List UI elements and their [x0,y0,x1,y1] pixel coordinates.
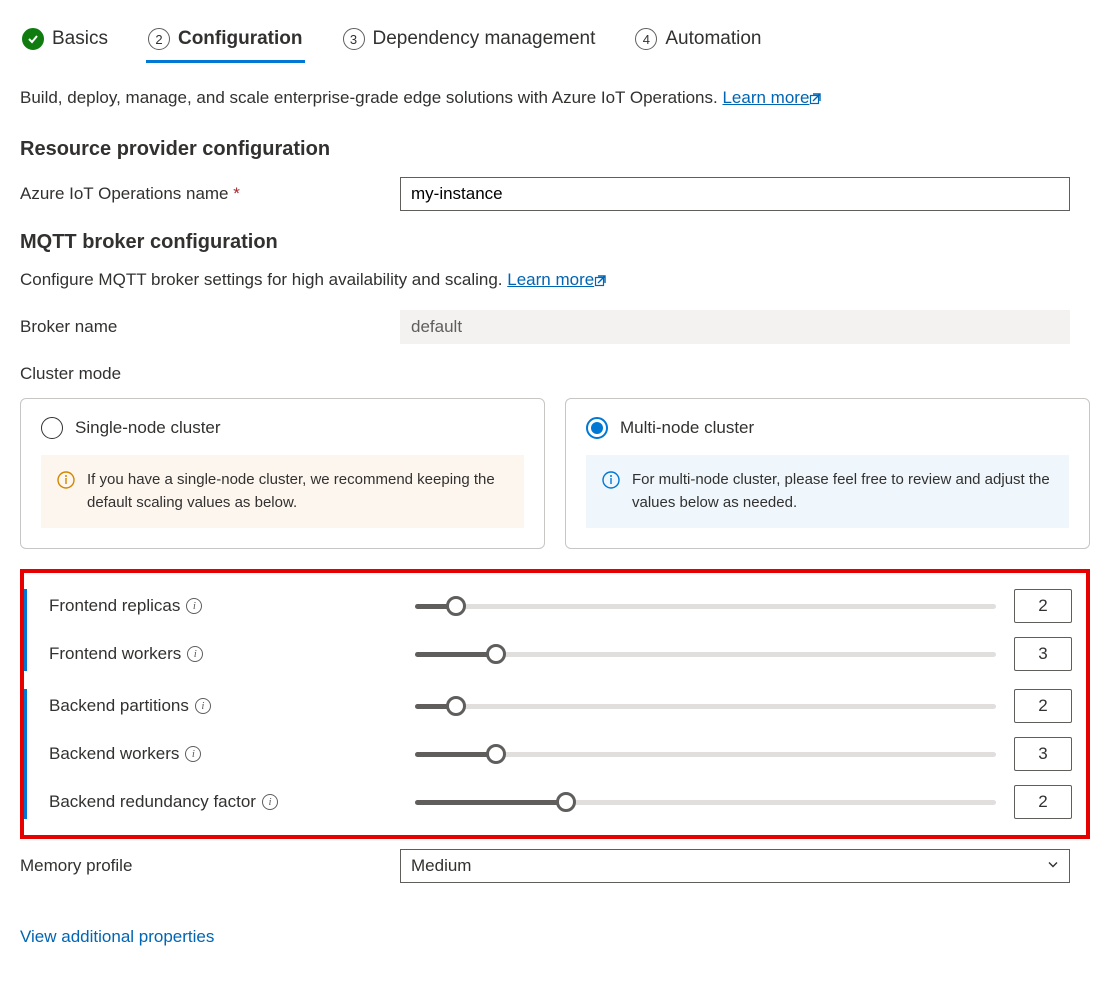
info-icon[interactable]: i [185,746,201,762]
tab-dependency-management[interactable]: 3 Dependency management [341,20,598,63]
frontend-workers-slider[interactable] [415,643,996,665]
backend-partitions-value[interactable]: 2 [1014,689,1072,723]
frontend-replicas-value[interactable]: 2 [1014,589,1072,623]
warning-info-icon [57,471,75,514]
backend-redundancy-label: Backend redundancy factor i [49,792,415,812]
multi-node-title: Multi-node cluster [620,418,754,438]
frontend-workers-value[interactable]: 3 [1014,637,1072,671]
tab-label: Automation [665,28,761,50]
backend-workers-slider[interactable] [415,743,996,765]
frontend-replicas-slider[interactable] [415,595,996,617]
single-node-message: If you have a single-node cluster, we re… [41,455,524,528]
backend-redundancy-value[interactable]: 2 [1014,785,1072,819]
info-icon [602,471,620,514]
multi-node-card[interactable]: Multi-node cluster For multi-node cluste… [565,398,1090,549]
step-number-icon: 4 [635,28,657,50]
info-icon[interactable]: i [187,646,203,662]
scaling-highlight-box: Frontend replicas i 2 Frontend workers i… [20,569,1090,839]
check-icon [22,28,44,50]
tab-basics[interactable]: Basics [20,20,110,63]
broker-name-input [400,310,1070,344]
tab-label: Basics [52,28,108,50]
memory-profile-select[interactable]: Medium [400,849,1070,883]
frontend-slider-group: Frontend replicas i 2 Frontend workers i… [24,589,1072,671]
step-number-icon: 2 [148,28,170,50]
broker-name-label: Broker name [20,317,400,337]
backend-workers-label: Backend workers i [49,744,415,764]
frontend-workers-label: Frontend workers i [49,644,415,664]
info-icon[interactable]: i [186,598,202,614]
tab-label: Dependency management [373,28,596,50]
info-icon[interactable]: i [262,794,278,810]
step-number-icon: 3 [343,28,365,50]
multi-node-message: For multi-node cluster, please feel free… [586,455,1069,528]
cluster-mode-label: Cluster mode [20,364,400,384]
view-additional-properties-link[interactable]: View additional properties [20,927,214,947]
iot-name-input[interactable] [400,177,1070,211]
mqtt-heading: MQTT broker configuration [20,231,1090,254]
single-node-title: Single-node cluster [75,418,221,438]
tab-configuration[interactable]: 2 Configuration [146,20,305,63]
backend-partitions-label: Backend partitions i [49,696,415,716]
backend-slider-group: Backend partitions i 2 Backend workers i… [24,689,1072,819]
backend-partitions-slider[interactable] [415,695,996,717]
single-node-card[interactable]: Single-node cluster If you have a single… [20,398,545,549]
tab-label: Configuration [178,28,303,50]
backend-workers-value[interactable]: 3 [1014,737,1072,771]
mqtt-description: Configure MQTT broker settings for high … [20,270,1090,292]
popout-icon [594,272,608,292]
page-description: Build, deploy, manage, and scale enterpr… [20,88,1090,110]
multi-node-radio[interactable] [586,417,608,439]
frontend-replicas-label: Frontend replicas i [49,596,415,616]
tab-automation[interactable]: 4 Automation [633,20,763,63]
backend-redundancy-slider[interactable] [415,791,996,813]
single-node-radio[interactable] [41,417,63,439]
mqtt-learn-more-link[interactable]: Learn more [507,270,608,289]
info-icon[interactable]: i [195,698,211,714]
popout-icon [809,90,823,110]
memory-profile-label: Memory profile [20,856,400,876]
iot-name-label: Azure IoT Operations name * [20,184,400,204]
tabs-bar: Basics 2 Configuration 3 Dependency mana… [20,20,1090,64]
learn-more-link[interactable]: Learn more [722,88,823,107]
resource-provider-heading: Resource provider configuration [20,138,1090,161]
